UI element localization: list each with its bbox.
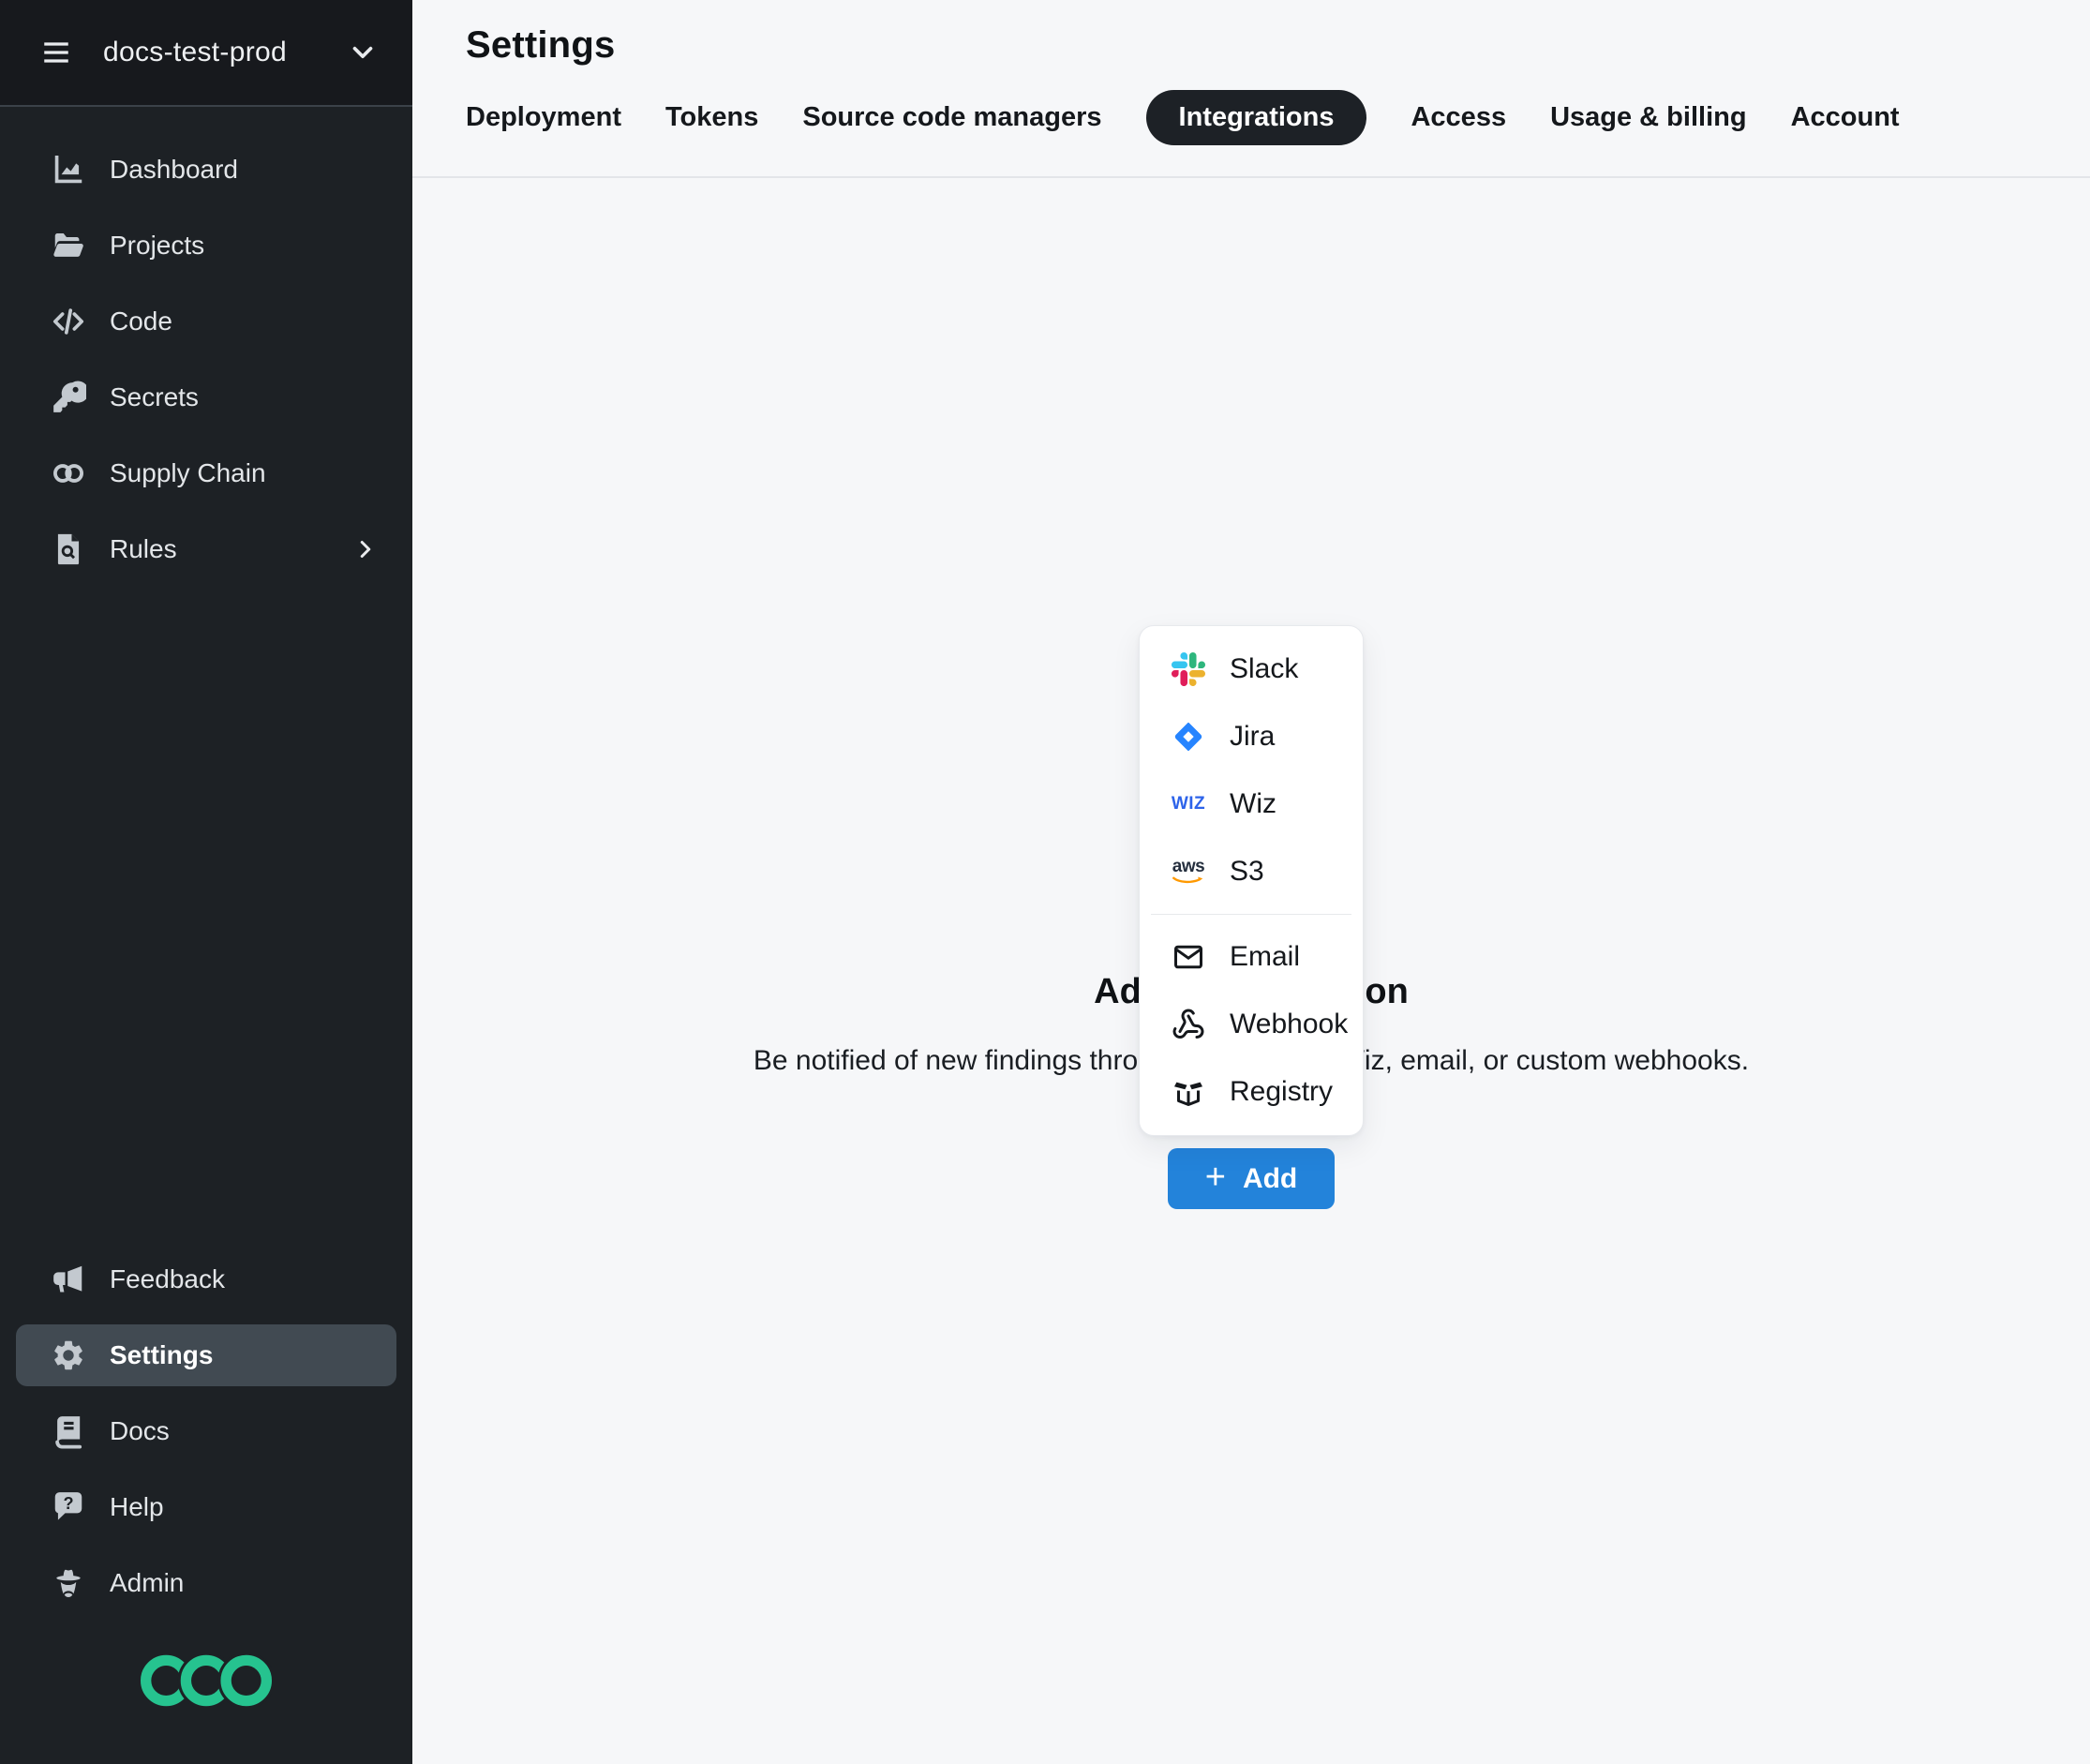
- org-name: docs-test-prod: [103, 37, 287, 68]
- sidebar-item-secrets[interactable]: Secrets: [16, 366, 396, 428]
- sidebar-item-rules[interactable]: Rules: [16, 518, 396, 580]
- sidebar-item-label: Code: [110, 306, 172, 336]
- menu-item-label: Slack: [1230, 653, 1298, 685]
- sidebar-item-projects[interactable]: Projects: [16, 215, 396, 277]
- chevron-right-icon: [351, 535, 380, 563]
- menu-item-label: S3: [1230, 856, 1264, 888]
- menu-item-jira[interactable]: Jira: [1140, 703, 1363, 770]
- sidebar: docs-test-prod Dashboard Projects Code: [0, 0, 412, 1764]
- org-switcher[interactable]: docs-test-prod: [0, 0, 412, 107]
- main-content: Settings Deployment Tokens Source code m…: [412, 0, 2090, 1764]
- menu-item-label: Jira: [1230, 721, 1275, 753]
- envelope-icon: [1170, 938, 1207, 976]
- menu-item-webhook[interactable]: Webhook: [1140, 991, 1363, 1058]
- chain-link-icon: [50, 455, 87, 492]
- svg-text:?: ?: [63, 1494, 73, 1513]
- sidebar-item-label: Rules: [110, 534, 177, 564]
- add-integration-button[interactable]: + Add: [1168, 1148, 1336, 1209]
- tab-tokens[interactable]: Tokens: [665, 90, 758, 145]
- aws-smile: [1172, 875, 1205, 886]
- sidebar-item-settings[interactable]: Settings: [16, 1324, 396, 1386]
- sidebar-nav-bottom: Feedback Settings Docs ? Help Admin: [0, 1248, 412, 1764]
- menu-icon[interactable]: [39, 36, 73, 69]
- menu-item-email[interactable]: Email: [1140, 923, 1363, 991]
- menu-item-label: Webhook: [1230, 1009, 1348, 1040]
- sidebar-item-label: Projects: [110, 231, 204, 261]
- gear-icon: [50, 1337, 87, 1374]
- menu-item-s3[interactable]: aws S3: [1140, 838, 1363, 905]
- menu-item-registry[interactable]: Registry: [1140, 1058, 1363, 1126]
- jira-icon: [1170, 718, 1207, 755]
- sidebar-item-supply-chain[interactable]: Supply Chain: [16, 442, 396, 504]
- triple-ring-logo: [141, 1654, 272, 1707]
- sidebar-nav-top: Dashboard Projects Code Secrets Supply C…: [0, 107, 412, 594]
- book-icon: [50, 1413, 87, 1450]
- sidebar-item-code[interactable]: Code: [16, 291, 396, 352]
- spy-icon: [50, 1564, 87, 1602]
- plus-icon: +: [1205, 1159, 1226, 1195]
- menu-item-label: Wiz: [1230, 788, 1276, 820]
- sidebar-item-label: Admin: [110, 1568, 184, 1598]
- sidebar-item-label: Supply Chain: [110, 458, 266, 488]
- menu-divider: [1151, 914, 1351, 915]
- sidebar-item-help[interactable]: ? Help: [16, 1476, 396, 1538]
- question-bubble-icon: ?: [50, 1488, 87, 1526]
- sidebar-item-dashboard[interactable]: Dashboard: [16, 139, 396, 201]
- sidebar-item-docs[interactable]: Docs: [16, 1400, 396, 1462]
- menu-item-slack[interactable]: Slack: [1140, 635, 1363, 703]
- aws-s3-logo: aws: [1170, 853, 1207, 890]
- folder-open-icon: [50, 227, 87, 264]
- sidebar-item-label: Help: [110, 1492, 164, 1522]
- settings-tabs: Deployment Tokens Source code managers I…: [466, 90, 2090, 145]
- sidebar-item-label: Settings: [110, 1340, 213, 1370]
- sidebar-item-label: Feedback: [110, 1264, 225, 1294]
- sidebar-item-label: Dashboard: [110, 155, 238, 185]
- page-title: Settings: [466, 22, 2090, 67]
- tab-integrations[interactable]: Integrations: [1146, 90, 1367, 145]
- dashboard-icon: [50, 151, 87, 188]
- wiz-logo: wiz: [1170, 785, 1207, 823]
- menu-item-label: Registry: [1230, 1076, 1333, 1108]
- add-button-label: Add: [1243, 1163, 1297, 1195]
- tab-usage-billing[interactable]: Usage & billing: [1550, 90, 1746, 145]
- tab-access[interactable]: Access: [1411, 90, 1506, 145]
- slack-icon: [1170, 650, 1207, 688]
- brand-logo: [16, 1628, 396, 1764]
- package-open-icon: [1170, 1073, 1207, 1111]
- code-icon: [50, 303, 87, 340]
- menu-item-label: Email: [1230, 941, 1300, 973]
- sidebar-item-admin[interactable]: Admin: [16, 1552, 396, 1614]
- megaphone-icon: [50, 1261, 87, 1298]
- tab-deployment[interactable]: Deployment: [466, 90, 621, 145]
- sidebar-item-label: Docs: [110, 1416, 170, 1446]
- tab-account[interactable]: Account: [1791, 90, 1900, 145]
- page-header: Settings Deployment Tokens Source code m…: [412, 0, 2090, 178]
- integration-picker-menu: Slack Jira wiz Wiz aws S3 Emai: [1139, 625, 1364, 1136]
- menu-item-wiz[interactable]: wiz Wiz: [1140, 770, 1363, 838]
- sidebar-item-feedback[interactable]: Feedback: [16, 1248, 396, 1310]
- sidebar-item-label: Secrets: [110, 382, 199, 412]
- webhook-icon: [1170, 1006, 1207, 1043]
- tab-source-code-managers[interactable]: Source code managers: [802, 90, 1101, 145]
- key-icon: [50, 379, 87, 416]
- file-search-icon: [50, 531, 87, 568]
- chevron-down-icon: [347, 37, 379, 68]
